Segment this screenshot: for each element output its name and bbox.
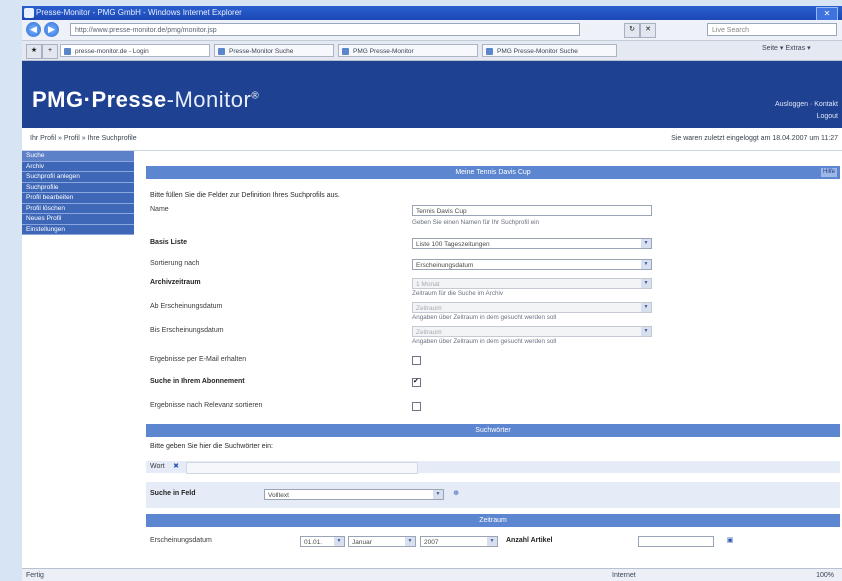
help-button[interactable]: Hilfe <box>821 168 837 177</box>
site-header: PMG·Presse-Monitor® Ausloggen · Kontakt … <box>22 61 842 128</box>
basis-select[interactable]: Liste 100 Tageszeitungen <box>412 238 652 249</box>
opt2-label: Suche in Ihrem Abonnement <box>150 378 245 385</box>
form-intro: Bitte füllen Sie die Felder zur Definiti… <box>150 192 340 199</box>
stop-icon[interactable]: ✕ <box>640 23 656 38</box>
tab-bar: ★ + presse-monitor.de - Login Presse-Mon… <box>22 41 842 61</box>
status-bar: Fertig Internet 100% <box>22 568 842 581</box>
title-bar: Presse-Monitor - PMG GmbH - Windows Inte… <box>22 6 842 21</box>
search-field-select[interactable]: Volltext <box>264 489 444 500</box>
tab-4[interactable]: PMG Presse-Monitor Suche <box>482 44 617 57</box>
from-note: Angaben über Zeitraum in dem gesucht wer… <box>412 314 557 321</box>
search-word-label: Wort <box>150 463 165 470</box>
from-select[interactable]: Zeitraum <box>412 302 652 313</box>
sidebar-item-profiles[interactable]: Suchprofile <box>22 182 134 193</box>
opt3-checkbox[interactable] <box>412 402 421 411</box>
zeitraum-title: Zeitraum <box>479 517 507 524</box>
address-bar: ◀ ▶ http://www.presse-monitor.de/pmg/mon… <box>22 20 842 41</box>
address-input[interactable]: http://www.presse-monitor.de/pmg/monitor… <box>70 23 580 36</box>
archive-note: Zeitraum für die Suche im Archiv <box>412 290 503 297</box>
logo-registered: ® <box>251 90 260 102</box>
opt1-label: Ergebnisse per E-Mail erhalten <box>150 356 247 363</box>
archive-select[interactable]: 1 Monat <box>412 278 652 289</box>
zeitraum-month-select[interactable]: Januar <box>348 536 416 547</box>
add-field-icon[interactable]: ⊕ <box>452 490 460 498</box>
search-input[interactable]: Live Search <box>707 23 837 36</box>
browser-window: Presse-Monitor - PMG GmbH - Windows Inte… <box>22 6 842 581</box>
search-word-row: Wort ✖ <box>146 461 840 474</box>
ie-icon <box>24 8 34 18</box>
status-text: Fertig <box>26 572 44 579</box>
until-note: Angaben über Zeitraum in dem gesucht wer… <box>412 338 557 345</box>
sort-select[interactable]: Erscheinungsdatum <box>412 259 652 270</box>
field-row: Suche in Feld Volltext ⊕ <box>146 482 840 508</box>
count-label: Anzahl Artikel <box>506 537 553 544</box>
search-words-intro: Bitte geben Sie hier die Suchwörter ein: <box>150 443 273 450</box>
sidebar-item-search[interactable]: Suche <box>22 151 134 162</box>
name-note: Geben Sie einen Namen für Ihr Suchprofil… <box>412 219 540 226</box>
name-label: Name <box>150 206 169 213</box>
refresh-icon[interactable]: ↻ <box>624 23 640 38</box>
basis-label: Basis Liste <box>150 239 187 246</box>
site-logo[interactable]: PMG·Presse-Monitor® <box>32 87 259 113</box>
tab-1[interactable]: presse-monitor.de - Login <box>60 44 210 57</box>
zeitraum-day-select[interactable]: 01.01. <box>300 536 345 547</box>
opt1-checkbox[interactable] <box>412 356 421 365</box>
sidebar-item-settings[interactable]: Einstellungen <box>22 224 134 235</box>
back-button[interactable]: ◀ <box>26 22 41 37</box>
sidebar-item-delete-profile[interactable]: Profil löschen <box>22 203 134 214</box>
delete-word-icon[interactable]: ✖ <box>172 463 180 471</box>
breadcrumb-bar: Ihr Profil » Profil » Ihre Suchprofile S… <box>22 128 842 151</box>
zeitraum-label: Erscheinungsdatum <box>150 537 212 544</box>
window-title: Presse-Monitor - PMG GmbH - Windows Inte… <box>36 8 242 17</box>
sidebar-item-create-profile[interactable]: Suchprofil anlegen <box>22 172 134 183</box>
sidebar-item-archive[interactable]: Archiv <box>22 161 134 172</box>
count-input[interactable] <box>638 536 714 547</box>
from-label: Ab Erscheinungsdatum <box>150 303 223 310</box>
favorites-star-icon[interactable]: ★ <box>26 44 42 59</box>
sidebar: Suche Archiv Suchprofil anlegen Suchprof… <box>22 151 134 556</box>
sidebar-item-edit-profile[interactable]: Profil bearbeiten <box>22 193 134 204</box>
breadcrumb[interactable]: Ihr Profil » Profil » Ihre Suchprofile <box>30 135 137 142</box>
tab-2[interactable]: Presse-Monitor Suche <box>214 44 334 57</box>
opt2-checkbox[interactable] <box>412 377 421 387</box>
tab-3[interactable]: PMG Presse-Monitor <box>338 44 478 57</box>
add-favorite-icon[interactable]: + <box>42 44 58 59</box>
search-field-label: Suche in Feld <box>150 490 196 497</box>
section-header: Meine Tennis Davis Cup Hilfe <box>146 166 840 179</box>
user-link-1[interactable]: Ausloggen · Kontakt <box>775 99 838 111</box>
main-content: Meine Tennis Davis Cup Hilfe Bitte fülle… <box>146 156 840 581</box>
search-word-input[interactable] <box>186 462 418 474</box>
until-select[interactable]: Zeitraum <box>412 326 652 337</box>
until-label: Bis Erscheinungsdatum <box>150 327 224 334</box>
logo-text-rest: -Monitor <box>166 87 252 112</box>
logo-text-main: PMG·Pre <box>32 87 129 112</box>
opt3-label: Ergebnisse nach Relevanz sortieren <box>150 402 263 409</box>
zeitraum-header: Zeitraum <box>146 514 840 527</box>
logout-link[interactable]: Logout <box>775 111 838 123</box>
calendar-icon[interactable]: ▣ <box>726 537 734 545</box>
close-button[interactable]: ✕ <box>816 7 838 21</box>
search-words-title: Suchwörter <box>475 427 511 434</box>
sidebar-item-new-profile[interactable]: Neues Profil <box>22 214 134 225</box>
user-links: Ausloggen · Kontakt Logout <box>775 99 838 123</box>
toolbar-tools[interactable]: Seite ▾ Extras ▾ <box>762 44 811 52</box>
name-input[interactable]: Tennis Davis Cup <box>412 205 652 216</box>
zoom-level[interactable]: 100% <box>816 569 834 581</box>
forward-button[interactable]: ▶ <box>44 22 59 37</box>
section-title: Meine Tennis Davis Cup <box>455 169 531 176</box>
archive-label: Archivzeitraum <box>150 279 201 286</box>
last-login-info: Sie waren zuletzt eingeloggt am 18.04.20… <box>671 135 838 142</box>
search-words-header: Suchwörter <box>146 424 840 437</box>
zeitraum-year-select[interactable]: 2007 <box>420 536 498 547</box>
logo-text-bold: sse <box>128 87 167 112</box>
zone-text: Internet <box>612 572 636 579</box>
sort-label: Sortierung nach <box>150 260 200 267</box>
